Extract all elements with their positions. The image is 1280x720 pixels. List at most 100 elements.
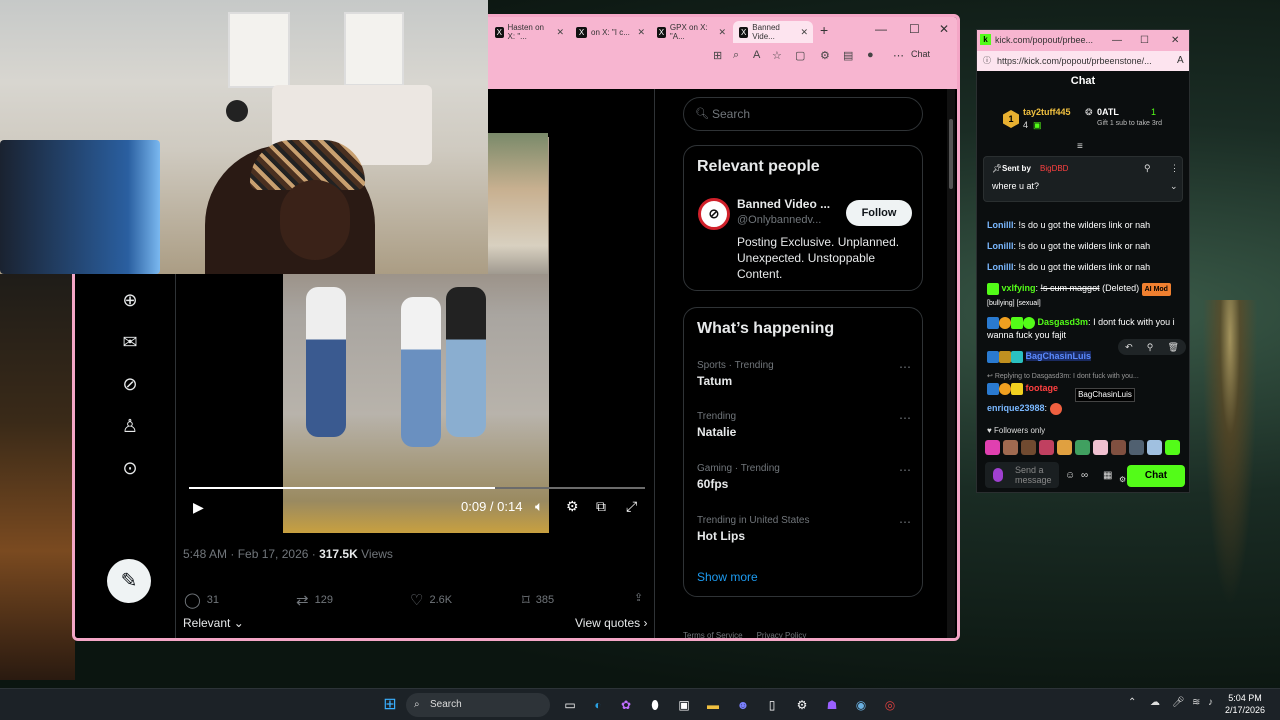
more-icon[interactable]: ⋯: [899, 463, 911, 477]
chat-username[interactable]: Dasgasd3m: [1038, 317, 1089, 327]
copilot-chat-button[interactable]: Chat: [911, 49, 930, 59]
chat-message-input[interactable]: Send a message: [985, 462, 1059, 488]
trend-item[interactable]: Sports · Trending Tatum ⋯: [697, 360, 911, 388]
trend-item[interactable]: Gaming · Trending 60fps ⋯: [697, 463, 911, 491]
system-clock[interactable]: 5:04 PM 2/17/2026: [1225, 692, 1265, 716]
follow-button[interactable]: Follow: [846, 200, 912, 226]
obs-icon[interactable]: ◎: [880, 695, 900, 715]
bookmark-button[interactable]: ⌑ 385: [522, 591, 554, 609]
filter-icon[interactable]: ≡: [1077, 141, 1083, 152]
pin-icon[interactable]: ⚲: [1144, 163, 1151, 174]
sent-by-user[interactable]: BigDBD: [1040, 164, 1068, 173]
minimize-icon[interactable]: —: [875, 22, 887, 36]
gift-box-icon[interactable]: ▦: [1103, 470, 1112, 481]
collections-icon[interactable]: ▤: [843, 49, 853, 62]
more-icon[interactable]: ⋯: [899, 360, 911, 374]
maximize-icon[interactable]: ☐: [909, 22, 920, 36]
leader-name[interactable]: 0ATL: [1097, 107, 1119, 117]
emote-icon[interactable]: [1165, 440, 1180, 455]
favorite-star-icon[interactable]: ☆: [772, 49, 782, 62]
send-chat-button[interactable]: Chat: [1127, 465, 1185, 487]
more-icon[interactable]: ⋯: [899, 515, 911, 529]
settings-gear-icon[interactable]: ⚙: [566, 498, 579, 515]
tab-1[interactable]: X Hasten on X: "... ✕: [489, 21, 569, 43]
twitch-icon[interactable]: ☗: [822, 695, 842, 715]
minimize-icon[interactable]: —: [1112, 30, 1122, 51]
play-icon[interactable]: ▶: [193, 499, 204, 516]
chat-username[interactable]: Lonilll: [987, 220, 1014, 230]
link-icon[interactable]: ∞: [1081, 470, 1088, 481]
read-aloud-icon[interactable]: A: [753, 49, 760, 61]
more-icon[interactable]: ⋯: [899, 411, 911, 425]
reply-button[interactable]: ◯ 31: [184, 591, 219, 609]
tab-actions-icon[interactable]: ⊞: [713, 49, 722, 62]
chat-username[interactable]: Lonilll: [987, 262, 1014, 272]
emote-icon[interactable]: [1147, 440, 1162, 455]
maximize-icon[interactable]: ☐: [1140, 30, 1149, 51]
chat-username[interactable]: vxlfying: [1002, 283, 1036, 293]
emote-icon[interactable]: [985, 440, 1000, 455]
reply-icon[interactable]: ↶: [1125, 342, 1133, 353]
page-scrollbar[interactable]: [947, 89, 955, 638]
pip-icon[interactable]: ⧉: [596, 498, 606, 515]
new-tab-button[interactable]: +: [820, 22, 828, 38]
emote-icon[interactable]: [1093, 440, 1108, 455]
profile-icon[interactable]: ♙: [119, 415, 141, 437]
share-icon[interactable]: ⇪: [634, 591, 643, 604]
discord-icon[interactable]: ☻: [733, 695, 753, 715]
close-icon[interactable]: ✕: [556, 27, 564, 38]
trend-item[interactable]: Trending Natalie ⋯: [697, 411, 911, 439]
store-icon[interactable]: ▣: [674, 695, 694, 715]
more-vertical-icon[interactable]: ⋮: [1170, 163, 1179, 174]
grok-icon[interactable]: ⊘: [119, 373, 141, 395]
cloud-icon[interactable]: ☁: [1150, 697, 1160, 708]
emoji-picker-icon[interactable]: ☺: [1065, 470, 1075, 481]
post-button[interactable]: ✎: [107, 559, 151, 603]
emote-icon[interactable]: [1057, 440, 1072, 455]
delete-icon[interactable]: 🗑︎: [1167, 342, 1178, 353]
chat-username[interactable]: enrique23988: [987, 403, 1045, 413]
like-button[interactable]: ♡ 2.6K: [410, 591, 452, 609]
copilot-icon[interactable]: ✿: [616, 695, 636, 715]
terms-link[interactable]: Terms of Service: [683, 631, 743, 638]
more-icon[interactable]: ⊙: [119, 457, 141, 479]
split-screen-icon[interactable]: ▢: [795, 49, 805, 62]
user-name[interactable]: Banned Video ...: [737, 197, 830, 211]
emote-icon[interactable]: [1129, 440, 1144, 455]
emote-icon[interactable]: [1003, 440, 1018, 455]
emote-icon[interactable]: [1075, 440, 1090, 455]
emote-icon[interactable]: [1039, 440, 1054, 455]
chevron-up-icon[interactable]: ⌃: [1128, 697, 1136, 708]
tab-2[interactable]: Xon X: "I c... ✕: [570, 21, 650, 43]
zoom-icon[interactable]: ⌕: [733, 49, 739, 62]
windows-start-icon[interactable]: ⊞: [380, 695, 400, 715]
view-quotes-link[interactable]: View quotes ›: [575, 616, 648, 630]
reply-sort-dropdown[interactable]: Relevant ⌄: [183, 616, 244, 630]
read-aloud-icon[interactable]: A: [1177, 51, 1184, 71]
extensions-icon[interactable]: ⚙: [820, 49, 830, 62]
mic-icon[interactable]: 🎤︎: [1172, 697, 1185, 708]
wifi-icon[interactable]: ≋: [1192, 697, 1200, 708]
taskbar-search[interactable]: ⌕ Search: [406, 693, 550, 717]
chevron-down-icon[interactable]: ⌄: [1170, 181, 1178, 192]
scrollbar-thumb[interactable]: [949, 119, 953, 189]
edge-icon[interactable]: ◐: [588, 695, 608, 715]
user-avatar[interactable]: ⊘: [698, 198, 730, 230]
chat-username[interactable]: Lonilll: [987, 241, 1014, 251]
repost-button[interactable]: ⇄ 129: [296, 591, 333, 609]
file-explorer-icon[interactable]: ▬: [703, 695, 723, 715]
close-window-icon[interactable]: ✕: [1171, 30, 1179, 51]
settings-gear-icon[interactable]: ⚙: [792, 695, 812, 715]
close-icon[interactable]: ✕: [637, 27, 645, 38]
chat-username[interactable]: footage: [1026, 383, 1059, 393]
kick-address-bar[interactable]: ⓘ https://kick.com/popout/prbeenstone/..…: [977, 51, 1189, 71]
close-icon[interactable]: ✕: [800, 27, 808, 38]
privacy-link[interactable]: Privacy Policy: [757, 631, 807, 638]
close-icon[interactable]: ✕: [718, 27, 726, 38]
pin-icon[interactable]: ⚲: [1147, 342, 1154, 353]
emote-icon[interactable]: [1111, 440, 1126, 455]
video-progress-bar[interactable]: [189, 487, 645, 489]
settings-gear-icon[interactable]: ⚙: [1119, 475, 1126, 484]
trend-item[interactable]: Trending in United States Hot Lips ⋯: [697, 515, 911, 543]
volume-icon[interactable]: 🔈︎: [535, 498, 543, 515]
